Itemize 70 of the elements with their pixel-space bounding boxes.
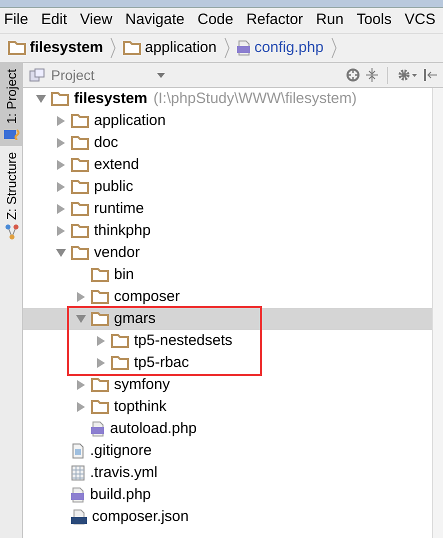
tree-item[interactable]: bin (23, 264, 432, 286)
tree-item[interactable]: public (23, 176, 432, 198)
chevron-icon (110, 37, 116, 59)
chevron-icon (330, 37, 337, 59)
side-tab[interactable]: Z: Structure (0, 146, 23, 246)
folder-icon (71, 202, 89, 216)
json-file-icon (71, 509, 87, 525)
folder-icon (111, 334, 129, 348)
tree-item[interactable]: extend (23, 154, 432, 176)
tree-item[interactable]: doc (23, 132, 432, 154)
php-file-icon (91, 421, 105, 437)
gear-icon (397, 68, 417, 82)
project-view-icon (29, 68, 45, 82)
folder-icon (111, 356, 129, 370)
tree-item[interactable]: vendor (23, 242, 432, 264)
folder-icon (8, 41, 26, 55)
tree-item[interactable]: gmars (23, 308, 432, 330)
folder-icon (71, 136, 89, 150)
breadcrumb-item[interactable]: filesystem (30, 36, 104, 60)
menu-item[interactable]: Code (197, 9, 234, 32)
folder-icon (91, 268, 109, 282)
folder-icon (91, 400, 109, 414)
menu-item[interactable]: File (4, 9, 28, 32)
php-file-icon (71, 487, 85, 503)
target-icon (346, 68, 360, 82)
tree-item[interactable]: autoload.php (23, 418, 432, 440)
menu-item[interactable]: Navigate (125, 9, 184, 32)
tree-item[interactable]: filesystem (I:\phpStudy\WWW\filesystem) (23, 88, 432, 110)
php-file-icon (236, 40, 251, 56)
tree-item[interactable]: composer (23, 286, 432, 308)
folder-icon (71, 246, 89, 260)
folder-icon (71, 158, 89, 172)
tree-item[interactable]: thinkphp (23, 220, 432, 242)
tree-item[interactable]: topthink (23, 396, 432, 418)
hide-panel-icon (423, 68, 437, 82)
side-tab[interactable]: 1: Project (0, 63, 23, 146)
breadcrumb-item[interactable]: application (144, 36, 217, 60)
folder-icon (91, 290, 109, 304)
structure-icon (4, 224, 18, 240)
collapse-icon (366, 68, 378, 82)
php-icon (4, 128, 20, 140)
tree-item[interactable]: composer.json (23, 506, 432, 528)
tree-item[interactable]: .travis.yml (23, 462, 432, 484)
breadcrumb-item[interactable]: config.php (254, 36, 324, 60)
tree-item[interactable]: build.php (23, 484, 432, 506)
folder-icon (71, 114, 89, 128)
folder-icon (123, 41, 142, 55)
folder-icon (51, 92, 69, 106)
tree-item[interactable]: .gitignore (23, 440, 432, 462)
folder-icon (71, 180, 89, 194)
menu-item[interactable]: VCS (404, 9, 436, 32)
menu-item[interactable]: Refactor (246, 9, 304, 32)
tree-item[interactable]: tp5-rbac (23, 352, 432, 374)
menu-item[interactable]: View (80, 9, 112, 32)
chevron-icon (224, 37, 230, 59)
tree-item[interactable]: symfony (23, 374, 432, 396)
menu-item[interactable]: Tools (356, 9, 392, 32)
tree-item[interactable]: runtime (23, 198, 432, 220)
scrollbar[interactable] (432, 88, 443, 538)
folder-icon (91, 312, 109, 326)
tree-item[interactable]: tp5-nestedsets (23, 330, 432, 352)
menu-item[interactable]: Run (316, 9, 344, 32)
text-file-icon (71, 443, 85, 459)
panel-title: Project (51, 66, 95, 85)
menu-item[interactable]: Edit (41, 9, 68, 32)
folder-icon (91, 378, 109, 392)
folder-icon (71, 224, 89, 238)
dropdown-caret-icon (156, 72, 165, 78)
tree-item[interactable]: application (23, 110, 432, 132)
table-file-icon (71, 465, 85, 481)
